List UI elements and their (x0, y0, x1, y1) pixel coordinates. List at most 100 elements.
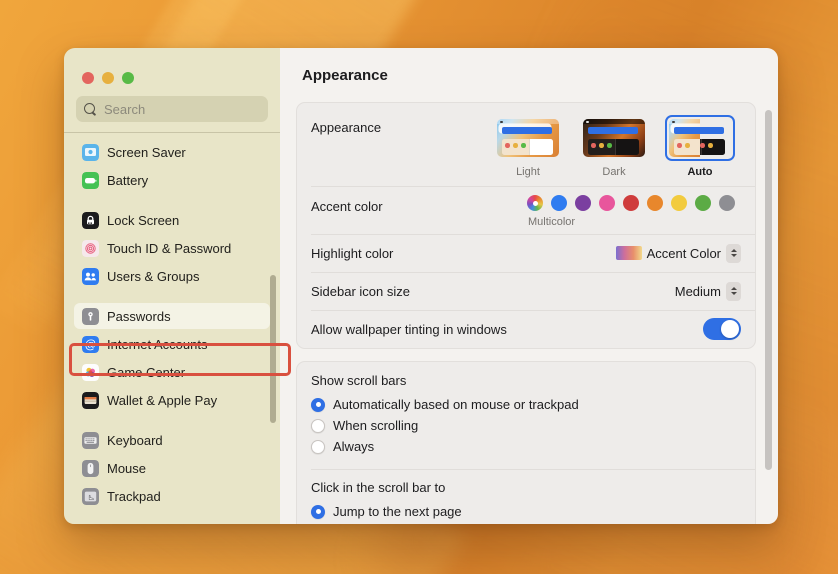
sidebar-item-internet-accounts[interactable]: @ Internet Accounts (74, 331, 270, 357)
highlight-gradient-swatch (615, 246, 642, 260)
accent-swatch-multicolor[interactable] (527, 195, 543, 211)
sidebar-item-label: Touch ID & Password (107, 240, 232, 256)
sidebar-item-label: Users & Groups (107, 268, 200, 284)
theme-thumbnail-dark (583, 119, 645, 157)
sidebar-item-lock-screen[interactable]: Lock Screen (74, 207, 270, 233)
sidebar-item-game-center[interactable]: Game Center (74, 359, 270, 385)
sidebar-item-label: Internet Accounts (107, 336, 208, 352)
sidebar-item-screen-saver[interactable]: Screen Saver (74, 139, 270, 165)
theme-label: Light (516, 166, 540, 178)
accent-swatch-orange[interactable] (647, 195, 663, 211)
sidebar-group: Lock Screen Touch ID & Password Users & … (64, 207, 280, 289)
sidebar-item-wallet-apple-pay[interactable]: Wallet & Apple Pay (74, 387, 270, 413)
sidebar-scroll-area: Screen Saver Battery Lock Screen Touch I… (64, 133, 280, 524)
sidebar-item-label: Game Center (107, 364, 186, 380)
sidebar-group: Keyboard Mouse Trackpad (64, 427, 280, 509)
close-button[interactable] (82, 72, 94, 84)
accent-swatch-yellow[interactable] (671, 195, 687, 211)
radio-button[interactable] (311, 397, 325, 412)
theme-options: Light Dark Auto (493, 115, 741, 178)
radio-button[interactable] (311, 504, 325, 519)
search-icon (84, 102, 97, 116)
highlight-color-value: Accent Color (646, 245, 721, 261)
sidebar-scrollbar[interactable] (270, 275, 276, 423)
accent-swatch-pink[interactable] (599, 195, 615, 211)
sidebar-item-mouse[interactable]: Mouse (74, 455, 270, 481)
radio-label: Jump to the next page (333, 504, 462, 519)
accent-swatch-green[interactable] (695, 195, 711, 211)
internet-accounts-icon: @ (82, 335, 99, 353)
chevron-updown-icon (726, 281, 741, 301)
radio-label: Always (333, 439, 375, 454)
system-settings-window: Search Screen Saver Battery Lock Screen … (64, 48, 778, 524)
trackpad-icon (82, 487, 99, 505)
highlight-color-row: Highlight color Accent Color (297, 234, 755, 272)
keyboard-icon (82, 431, 99, 449)
radio-option-jump-next-page[interactable]: Jump to the next page (311, 501, 741, 522)
search-placeholder: Search (104, 101, 146, 117)
game-center-icon (82, 363, 99, 381)
radio-button[interactable] (311, 439, 325, 454)
wallet-icon (82, 391, 99, 409)
sidebar-item-battery[interactable]: Battery (74, 167, 270, 193)
zoom-button[interactable] (122, 72, 134, 84)
search-container: Search (64, 90, 280, 132)
accent-caption: Multicolor (528, 216, 576, 228)
wallpaper-tinting-row: Allow wallpaper tinting in windows (297, 310, 755, 348)
sidebar-item-users-groups[interactable]: Users & Groups (74, 263, 270, 289)
theme-option-auto[interactable]: Auto (665, 115, 735, 178)
theme-thumbnail-light (497, 119, 559, 157)
window-controls (64, 48, 280, 90)
sidebar-icon-size-label: Sidebar icon size (311, 283, 410, 299)
accent-swatch-red[interactable] (623, 195, 639, 211)
mouse-icon (82, 459, 99, 477)
theme-label: Auto (687, 166, 713, 178)
wallpaper-tinting-toggle[interactable] (703, 318, 741, 340)
sidebar-item-keyboard[interactable]: Keyboard (74, 427, 270, 453)
radio-button[interactable] (311, 418, 325, 433)
svg-text:@: @ (85, 339, 97, 351)
sidebar-item-passwords[interactable]: Passwords (74, 303, 270, 329)
accent-color-options: Multicolor (527, 195, 741, 228)
sidebar-item-label: Trackpad (107, 488, 161, 504)
sidebar: Search Screen Saver Battery Lock Screen … (64, 48, 291, 524)
minimize-button[interactable] (102, 72, 114, 84)
accent-swatch-blue[interactable] (551, 195, 567, 211)
accent-swatch-graphite[interactable] (719, 195, 735, 211)
scroll-bars-card: Show scroll bars Automatically based on … (296, 361, 756, 524)
sidebar-item-trackpad[interactable]: Trackpad (74, 483, 270, 509)
theme-thumbnail-box (493, 115, 563, 161)
theme-option-light[interactable]: Light (493, 115, 563, 178)
detail-pane: Appearance Appearance Light Dark Auto Ac… (280, 48, 778, 524)
radio-option-when-scrolling[interactable]: When scrolling (311, 415, 741, 436)
sidebar-icon-size-row: Sidebar icon size Medium (297, 272, 755, 310)
sidebar-icon-size-control[interactable]: Medium (675, 281, 741, 301)
sidebar-item-touch-id[interactable]: Touch ID & Password (74, 235, 270, 261)
sidebar-group: Passwords @ Internet Accounts Game Cente… (64, 303, 280, 413)
sidebar-item-label: Battery (107, 172, 149, 188)
sidebar-item-label: Screen Saver (107, 144, 186, 160)
search-input[interactable]: Search (76, 96, 268, 122)
theme-option-dark[interactable]: Dark (579, 115, 649, 178)
wallpaper-tinting-label: Allow wallpaper tinting in windows (311, 321, 507, 337)
theme-label: Dark (602, 166, 626, 178)
highlight-color-control[interactable]: Accent Color (615, 243, 741, 263)
appearance-label: Appearance (311, 120, 382, 135)
passwords-icon (82, 307, 99, 325)
radio-option-automatic[interactable]: Automatically based on mouse or trackpad (311, 394, 741, 415)
detail-header: Appearance (280, 48, 778, 102)
accent-color-row: Accent color Multicolor (297, 186, 755, 234)
touch-id-icon (82, 239, 99, 257)
detail-scrollbar[interactable] (765, 110, 772, 470)
radio-option-always[interactable]: Always (311, 436, 741, 457)
accent-swatch-purple[interactable] (575, 195, 591, 211)
highlight-color-popup[interactable]: Accent Color (615, 243, 741, 263)
theme-thumbnail-box (579, 115, 649, 161)
detail-scroll-area: Appearance Light Dark Auto Accent color … (280, 102, 778, 524)
sidebar-icon-size-popup[interactable]: Medium (675, 281, 741, 301)
accent-color-label: Accent color (311, 199, 383, 214)
users-groups-icon (82, 267, 99, 285)
